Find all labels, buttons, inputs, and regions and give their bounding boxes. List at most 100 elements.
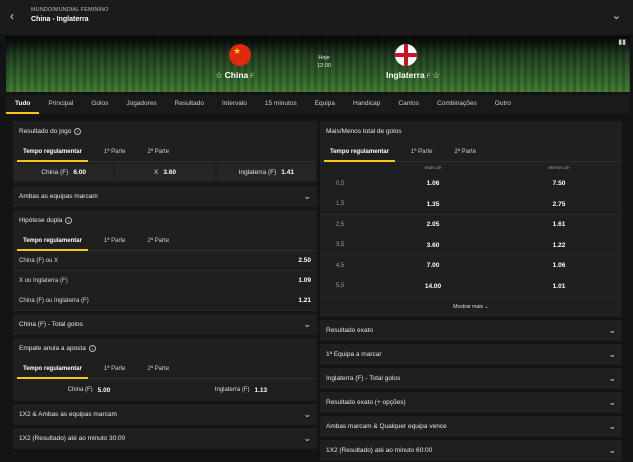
breadcrumb[interactable]: MUNDO/MUNDIAL FEMININO xyxy=(31,7,108,13)
subtab-1-parte[interactable]: 1ª Parte xyxy=(98,359,132,379)
market-title-text: Empate anula a aposta xyxy=(19,345,86,352)
subtab-1-parte[interactable]: 1ª Parte xyxy=(405,142,439,162)
favorite-star-icon[interactable]: ☆ xyxy=(215,70,223,80)
tab-golos[interactable]: Golos xyxy=(82,95,117,114)
info-icon[interactable]: i xyxy=(88,344,96,352)
tab-jogadores[interactable]: Jogadores xyxy=(117,95,165,114)
chevron-down-icon[interactable] xyxy=(303,404,311,425)
market-title-text: Resultado exato (+ opções) xyxy=(326,399,406,406)
chevron-down-icon[interactable] xyxy=(303,314,311,335)
ou-under-odd[interactable]: 1.22 xyxy=(496,242,622,249)
market-1x2-ate-60[interactable]: 1X2 (Resultado) até ao minuto 60:00 xyxy=(320,440,622,461)
match-hero: ▮▮ ★ ☆ China F Hoje 12:00 Inglaterra F ☆ xyxy=(6,36,630,92)
tab-resultado[interactable]: Resultado xyxy=(166,95,213,114)
ou-over-odd[interactable]: 1.06 xyxy=(370,180,496,187)
market-title: Ambas as equipas marcam xyxy=(13,186,317,207)
ou-under-odd[interactable]: 2.75 xyxy=(496,201,622,208)
market-china-total-golos[interactable]: China (F) - Total golos xyxy=(13,314,317,335)
odd-value: 1.09 xyxy=(298,277,311,284)
odd-button-away[interactable]: Inglaterra (F) 1.41 xyxy=(216,164,316,181)
home-team-tag: F xyxy=(250,74,254,80)
ou-under-odd[interactable]: 1.01 xyxy=(496,283,622,290)
ou-row: 2,5 2.05 1.61 xyxy=(320,215,622,236)
info-icon[interactable]: i xyxy=(74,127,82,135)
market-ambas-marcam-qualquer-vence[interactable]: Ambas marcam & Qualquer equipa vence xyxy=(320,416,622,437)
tab-outro[interactable]: Outro xyxy=(486,95,520,114)
away-team-tag: F xyxy=(426,74,431,80)
market-resultado-exato[interactable]: Resultado exato xyxy=(320,320,622,341)
period-tabs: Tempo regulamentar 1ª Parte 2ª Parte xyxy=(13,231,317,251)
odds-row: China (F) 6.00 X 3.60 Inglaterra (F) 1.41 xyxy=(13,162,317,183)
ou-over-odd[interactable]: 2.05 xyxy=(370,221,496,228)
ou-over-odd[interactable]: 3.60 xyxy=(370,242,496,249)
odd-row[interactable]: China (F) ou X 2.50 xyxy=(13,251,317,271)
subtab-2-parte[interactable]: 2ª Parte xyxy=(141,231,175,251)
market-title: 1X2 (Resultado) até ao minuto 60:00 xyxy=(320,440,622,461)
chevron-down-icon[interactable] xyxy=(608,368,616,389)
chevron-down-icon: ⌄ xyxy=(484,304,489,310)
tab-15-minutos[interactable]: 15 minutos xyxy=(256,95,306,114)
chevron-down-icon[interactable] xyxy=(608,392,616,413)
market-title-text: 1X2 (Resultado) até ao minuto 30:00 xyxy=(19,435,126,442)
ou-line: 3,5 xyxy=(336,242,345,249)
odd-button-draw[interactable]: X 3.60 xyxy=(115,164,215,181)
ou-row: 1,5 1.35 2.75 xyxy=(320,195,622,215)
chevron-down-icon[interactable] xyxy=(608,416,616,437)
tab-handicap[interactable]: Handicap xyxy=(344,95,389,114)
market-resultado-exato-opcoes[interactable]: Resultado exato (+ opções) xyxy=(320,392,622,413)
odd-value: 3.60 xyxy=(163,169,176,176)
ou-row: 4,5 7.00 1.06 xyxy=(320,256,622,277)
ou-under-odd[interactable]: 1.61 xyxy=(496,221,622,228)
odd-button-home[interactable]: China (F) 6.00 xyxy=(14,164,114,181)
market-ambas-marcam[interactable]: Ambas as equipas marcam xyxy=(13,186,317,207)
chevron-down-icon[interactable] xyxy=(608,440,616,461)
odd-row[interactable]: China (F) ou Inglaterra (F) 1.21 xyxy=(13,291,317,311)
ou-under-odd[interactable]: 1.06 xyxy=(496,262,622,269)
info-icon[interactable]: i xyxy=(65,216,73,224)
ou-under-odd[interactable]: 7.50 xyxy=(496,180,622,187)
chevron-down-icon[interactable] xyxy=(303,186,311,207)
ou-header: Mais de Menos de xyxy=(320,162,622,174)
favorite-star-icon[interactable]: ☆ xyxy=(432,70,440,80)
show-more-button[interactable]: Mostrar mais ⌄ xyxy=(320,297,622,317)
tab-intervalo[interactable]: Intervalo xyxy=(213,95,256,114)
market-title-text: China (F) - Total golos xyxy=(19,321,83,328)
tab-equipa[interactable]: Equipa xyxy=(306,95,344,114)
ou-under-header: Menos de xyxy=(548,165,570,171)
chevron-down-icon[interactable] xyxy=(608,344,616,365)
subtab-tempo-regulamentar[interactable]: Tempo regulamentar xyxy=(17,359,88,379)
ou-over-header: Mais de xyxy=(424,165,442,171)
ou-over-odd[interactable]: 1.35 xyxy=(370,201,496,208)
tab-principal[interactable]: Principal xyxy=(39,95,82,114)
chevron-down-icon[interactable]: ⌄ xyxy=(612,9,621,22)
subtab-1-parte[interactable]: 1ª Parte xyxy=(98,142,132,162)
tab-cantos[interactable]: Cantos xyxy=(389,95,428,114)
chevron-down-icon[interactable] xyxy=(303,428,311,449)
subtab-1-parte[interactable]: 1ª Parte xyxy=(98,231,132,251)
ou-over-odd[interactable]: 7.00 xyxy=(370,262,496,269)
subtab-tempo-regulamentar[interactable]: Tempo regulamentar xyxy=(324,142,395,162)
odd-row[interactable]: X ou Inglaterra (F) 1.09 xyxy=(13,271,317,291)
stats-icon[interactable]: ▮▮ xyxy=(618,38,626,46)
subtab-2-parte[interactable]: 2ª Parte xyxy=(448,142,482,162)
chevron-left-icon[interactable]: ‹ xyxy=(10,9,14,23)
market-primeira-equipa-marcar[interactable]: 1ª Equipa a marcar xyxy=(320,344,622,365)
subtab-2-parte[interactable]: 2ª Parte xyxy=(141,359,175,379)
match-hour: 12:00 xyxy=(317,63,331,69)
tab-tudo[interactable]: Tudo xyxy=(6,95,40,114)
ou-over-odd[interactable]: 14.00 xyxy=(370,283,496,290)
market-mais-menos: Mais/Menos total de golos Tempo regulame… xyxy=(320,121,622,317)
market-empate-anula: Empate anula a aposta i Tempo regulamenta… xyxy=(13,338,317,401)
market-1x2-ambas-marcam[interactable]: 1X2 & Ambas as equipas marcam xyxy=(13,404,317,425)
odd-button-home[interactable]: China (F) 5.00 xyxy=(13,379,165,401)
chevron-down-icon[interactable] xyxy=(608,320,616,341)
market-inglaterra-total-golos[interactable]: Inglaterra (F) - Total golos xyxy=(320,368,622,389)
market-1x2-ate-30[interactable]: 1X2 (Resultado) até ao minuto 30:00 xyxy=(13,428,317,449)
market-title-text: Mais/Menos total de golos xyxy=(326,128,402,135)
subtab-tempo-regulamentar[interactable]: Tempo regulamentar xyxy=(17,231,88,251)
market-title-text: Resultado exato xyxy=(326,327,373,334)
odd-button-away[interactable]: Inglaterra (F) 1.13 xyxy=(165,379,317,401)
tab-combinacoes[interactable]: Combinações xyxy=(428,95,486,114)
subtab-tempo-regulamentar[interactable]: Tempo regulamentar xyxy=(17,142,88,162)
subtab-2-parte[interactable]: 2ª Parte xyxy=(141,142,175,162)
